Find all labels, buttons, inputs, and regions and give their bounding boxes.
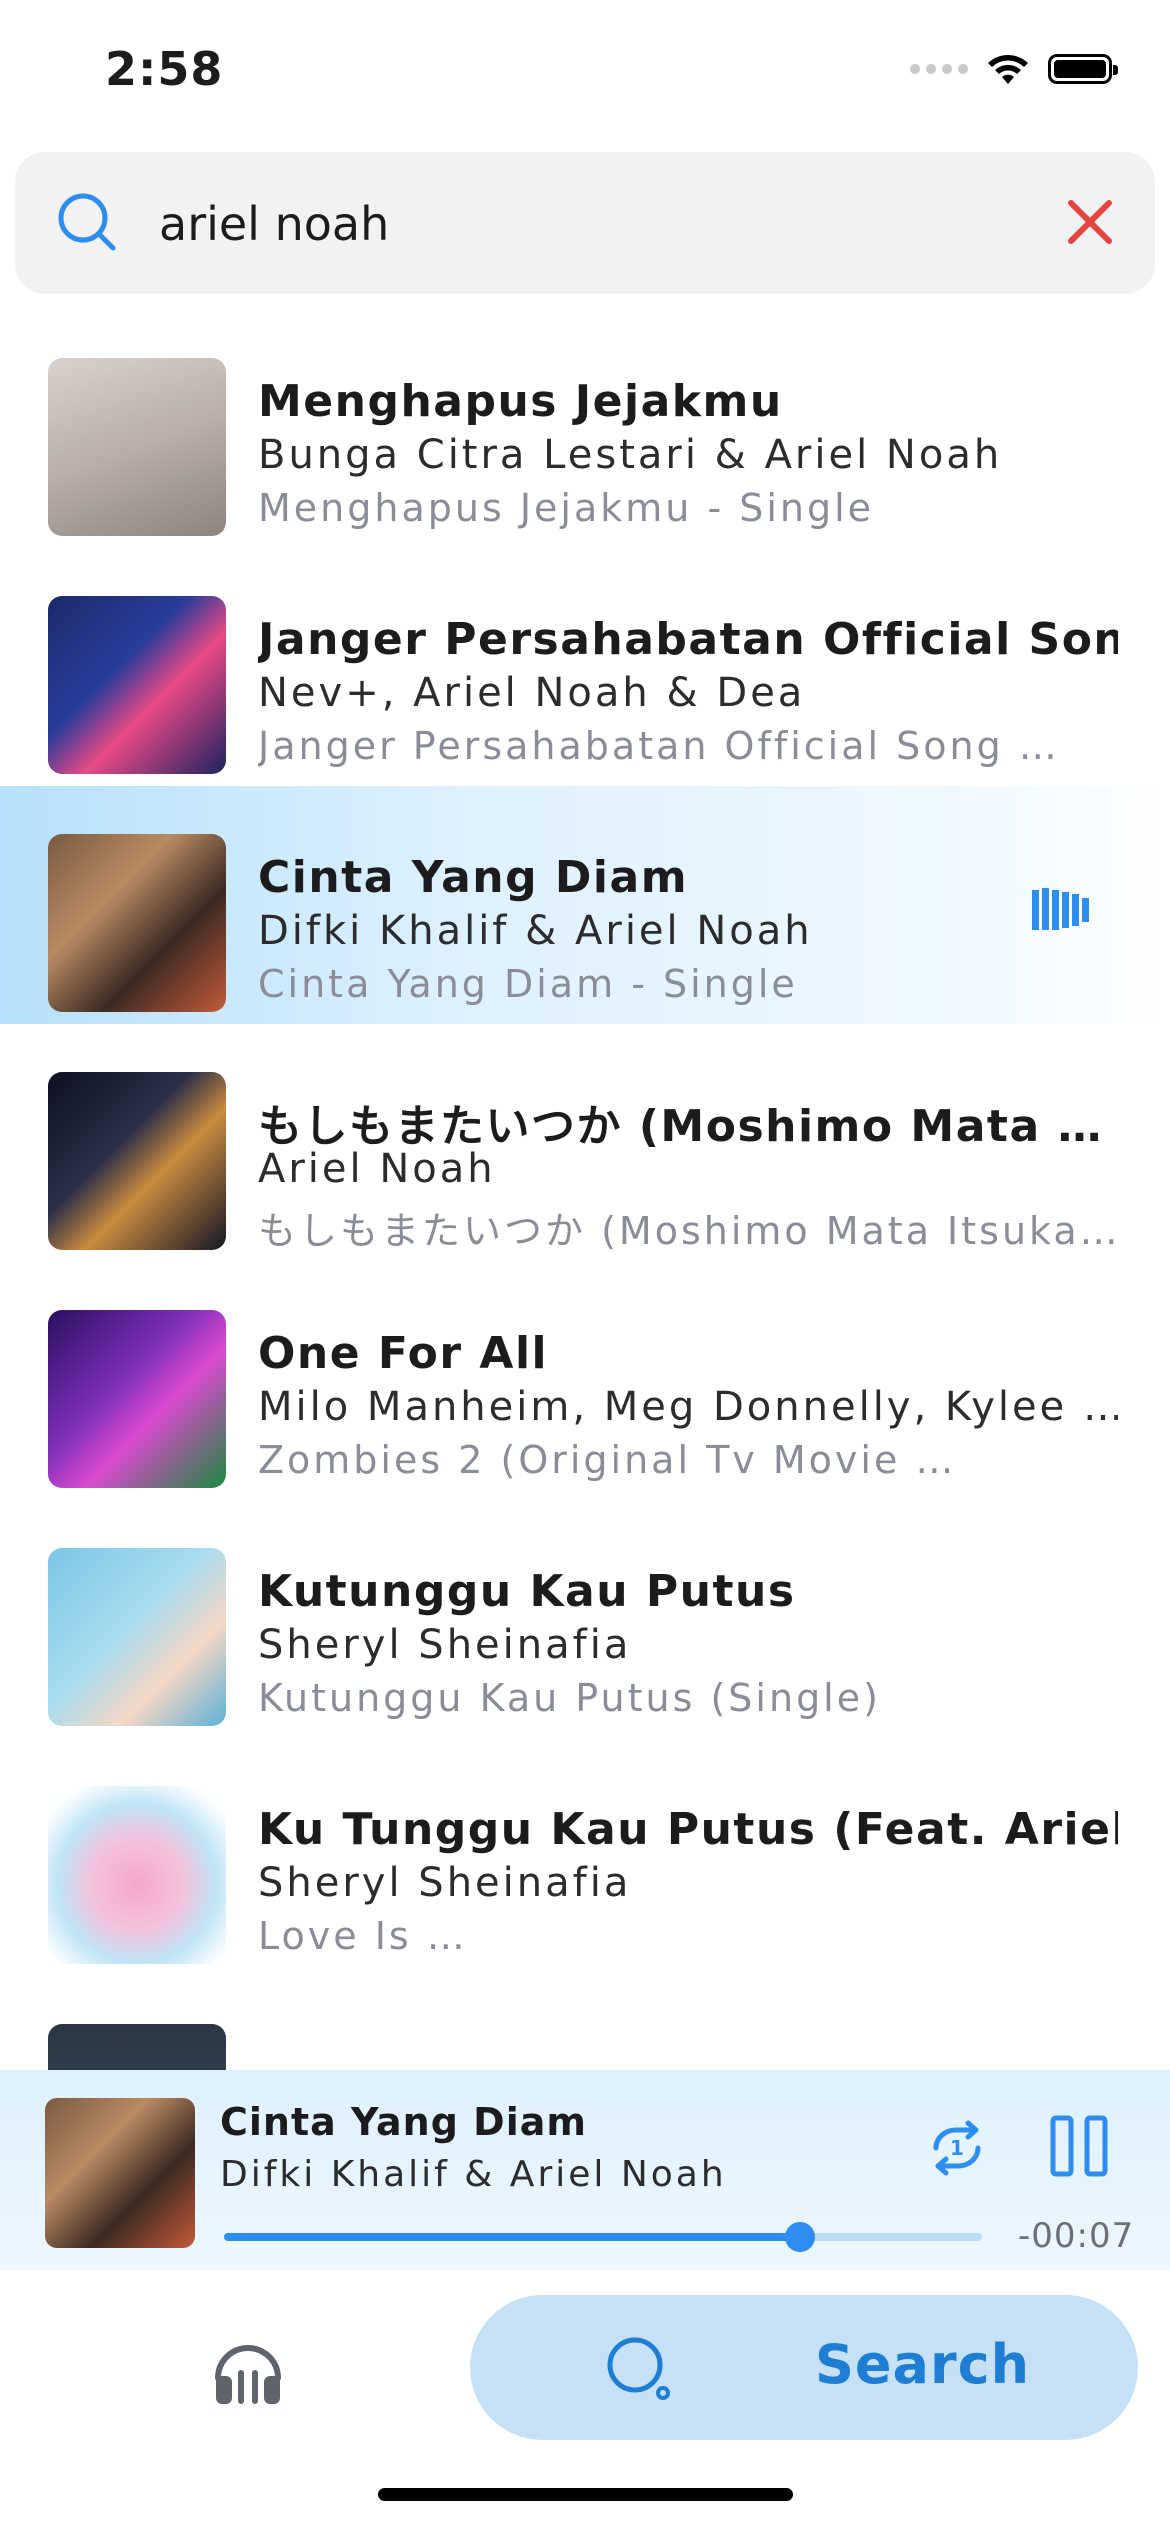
- search-icon: [607, 2337, 670, 2400]
- progress-thumb[interactable]: [785, 2222, 816, 2252]
- headphones-icon[interactable]: [208, 2330, 288, 2410]
- track-row[interactable]: Ku Tunggu Kau Putus (Feat. Ariel … Shery…: [0, 1738, 1170, 1976]
- track-row[interactable]: Kutunggu Kau Putus Sheryl Sheinafia Kutu…: [0, 1500, 1170, 1738]
- track-artist: Bunga Citra Lestari & Ariel Noah: [258, 432, 1003, 478]
- now-playing-title: Cinta Yang Diam: [220, 2100, 587, 2144]
- track-row[interactable]: Menghapus Jejakmu Bunga Citra Lestari & …: [0, 310, 1170, 548]
- svg-text:1: 1: [950, 2136, 964, 2160]
- track-album: もしもまたいつか (Moshimo Mata Itsuka…: [258, 1209, 1118, 1253]
- track-album: Zombies 2 (Original Tv Movie …: [258, 1438, 957, 1482]
- album-art: [48, 2024, 226, 2070]
- status-time: 2:58: [105, 42, 224, 96]
- track-artist: Nev+, Ariel Noah & Dea: [258, 670, 806, 716]
- track-row[interactable]: もしもまたいつか (Moshimo Mata … Ariel Noah もしもま…: [0, 1024, 1170, 1262]
- now-playing-album-art[interactable]: [45, 2098, 195, 2248]
- status-icons: [910, 52, 1118, 86]
- track-row[interactable]: [0, 1976, 1170, 2070]
- track-title: Cinta Yang Diam: [258, 852, 689, 903]
- album-art: [48, 1310, 226, 1488]
- album-art: [48, 834, 226, 1012]
- now-playing-equalizer-icon: [1032, 888, 1089, 930]
- pause-icon[interactable]: [1050, 2115, 1110, 2177]
- time-remaining: -00:07: [1018, 2216, 1135, 2256]
- track-album: Janger Persahabatan Official Song …: [258, 724, 1060, 768]
- track-artist: Ariel Noah: [258, 1146, 496, 1192]
- track-artist: Difki Khalif & Ariel Noah: [258, 908, 813, 954]
- tab-search-label: Search: [815, 2333, 1031, 2396]
- search-results-list[interactable]: Menghapus Jejakmu Bunga Citra Lestari & …: [0, 310, 1170, 2070]
- home-indicator: [378, 2488, 793, 2501]
- progress-fill: [224, 2233, 801, 2241]
- search-bar: [15, 152, 1155, 294]
- track-row-now-playing[interactable]: Cinta Yang Diam Difki Khalif & Ariel Noa…: [0, 786, 1170, 1024]
- track-title: もしもまたいつか (Moshimo Mata …: [258, 1101, 1103, 1152]
- track-artist: Sheryl Sheinafia: [258, 1860, 632, 1906]
- search-icon: [58, 193, 116, 251]
- album-art: [48, 358, 226, 536]
- track-row[interactable]: Janger Persahabatan Official Song … Nev+…: [0, 548, 1170, 786]
- track-album: Kutunggu Kau Putus (Single): [258, 1676, 881, 1720]
- album-art: [48, 596, 226, 774]
- clear-search-icon[interactable]: [1065, 197, 1115, 247]
- track-title: Kutunggu Kau Putus: [258, 1566, 796, 1617]
- cellular-signal-icon: [910, 64, 968, 74]
- repeat-one-icon[interactable]: 1: [922, 2118, 992, 2178]
- track-title: Janger Persahabatan Official Song …: [258, 614, 1118, 665]
- track-title: Menghapus Jejakmu: [258, 376, 783, 427]
- search-input[interactable]: [157, 188, 1041, 260]
- track-row[interactable]: One For All Milo Manheim, Meg Donnelly, …: [0, 1262, 1170, 1500]
- wifi-icon: [988, 55, 1028, 84]
- track-album: Cinta Yang Diam - Single: [258, 962, 798, 1006]
- now-playing-artist: Difki Khalif & Ariel Noah: [220, 2154, 727, 2195]
- track-artist: Milo Manheim, Meg Donnelly, Kylee …: [258, 1384, 1118, 1430]
- track-album: Love Is …: [258, 1914, 468, 1958]
- status-bar: 2:58: [0, 0, 1170, 150]
- mini-player[interactable]: Cinta Yang Diam Difki Khalif & Ariel Noa…: [0, 2070, 1170, 2270]
- track-album: Menghapus Jejakmu - Single: [258, 486, 875, 530]
- track-title: Ku Tunggu Kau Putus (Feat. Ariel …: [258, 1804, 1118, 1855]
- tab-search[interactable]: Search: [470, 2295, 1138, 2440]
- track-title: One For All: [258, 1328, 549, 1379]
- album-art: [48, 1786, 226, 1964]
- track-artist: Sheryl Sheinafia: [258, 1622, 632, 1668]
- playback-progress-slider[interactable]: [224, 2222, 982, 2252]
- album-art: [48, 1548, 226, 1726]
- album-art: [48, 1072, 226, 1250]
- battery-icon: [1048, 54, 1118, 84]
